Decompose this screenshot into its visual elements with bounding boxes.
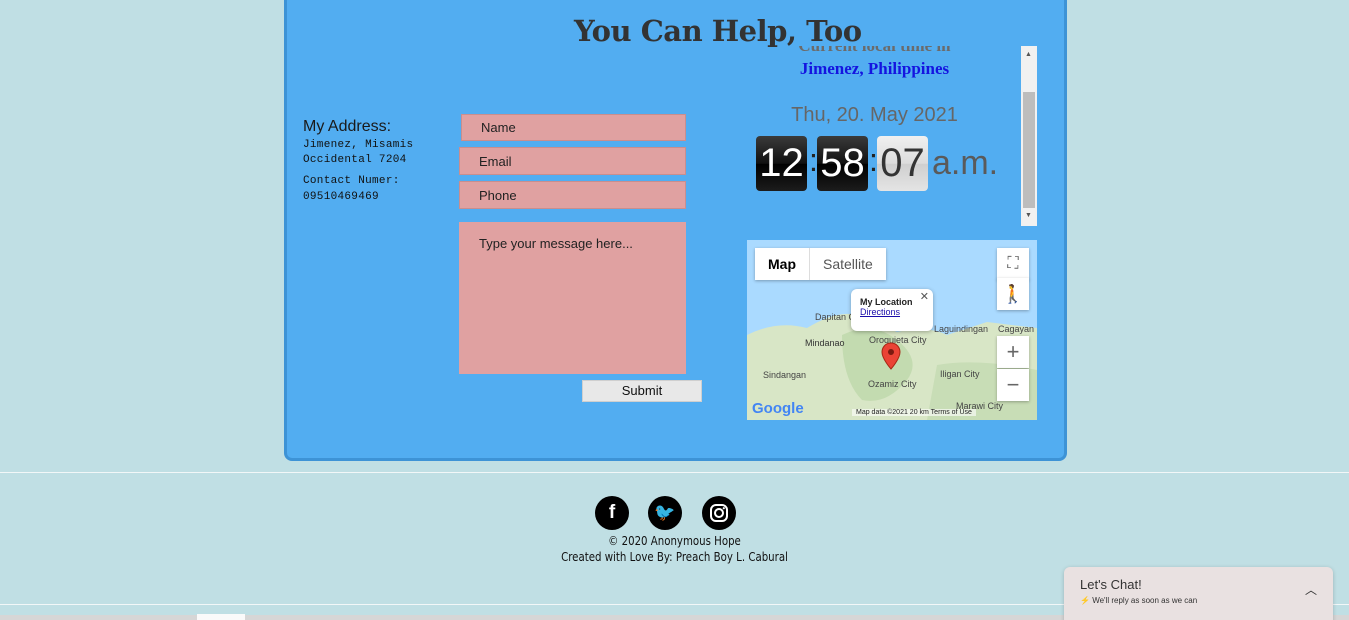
name-input[interactable]: Name [461, 114, 686, 141]
chat-title: Let's Chat! [1080, 577, 1142, 592]
clock-location-link[interactable]: Jimenez, Philippines [747, 59, 1002, 79]
place-label: Iligan City [940, 369, 980, 379]
directions-link[interactable]: Directions [860, 307, 900, 317]
map-type-tabs: Map Satellite [755, 248, 886, 280]
zoom-out-button[interactable]: − [997, 369, 1029, 401]
bottom-tab[interactable] [197, 614, 245, 620]
scroll-up-icon[interactable]: ▲ [1025, 51, 1032, 58]
place-label: Cagayan [998, 324, 1035, 334]
copyright-text: © 2020 Anonymous Hope [608, 534, 741, 548]
footer-divider [0, 472, 1349, 473]
map-footer: Map data ©2021 20 km Terms of Use [852, 409, 976, 416]
place-label: Ozamiz City [868, 379, 917, 389]
address-label: My Address: [303, 118, 392, 135]
instagram-icon[interactable] [702, 496, 736, 530]
chevron-up-icon[interactable]: ︿ [1305, 581, 1317, 598]
clock-hours: 12 [756, 136, 807, 191]
scroll-down-icon[interactable]: ▼ [1025, 212, 1032, 219]
clock-date: Thu, 20. May 2021 [791, 104, 958, 126]
chat-subtitle: ⚡ We'll reply as soon as we can [1080, 596, 1197, 605]
page-title: You Can Help, Too [574, 14, 862, 48]
chat-subtitle-text: We'll reply as soon as we can [1092, 596, 1198, 605]
fullscreen-icon[interactable]: ⛶ [997, 248, 1029, 280]
message-textarea[interactable]: Type your message here... [459, 222, 686, 374]
contact-number: 09510469469 [303, 191, 379, 203]
credit-text: Created with Love By: Preach Boy L. Cabu… [561, 550, 788, 564]
map-pin-icon[interactable] [881, 342, 901, 370]
clock-ampm: a.m. [932, 144, 999, 182]
phone-input[interactable]: Phone [459, 181, 686, 209]
address-line-1: Jimenez, Misamis [303, 139, 414, 151]
clock-minutes: 58 [817, 136, 868, 191]
chat-widget[interactable]: Let's Chat! ⚡ We'll reply as soon as we … [1064, 567, 1333, 620]
pegman-icon[interactable]: 🚶 [997, 278, 1029, 310]
submit-button[interactable]: Submit [582, 380, 702, 402]
zoom-in-button[interactable]: + [997, 336, 1029, 368]
place-label: Mindanao [805, 338, 845, 348]
clock-seconds: 07 [877, 136, 928, 191]
clock-widget: Current local time in Jimenez, Philippin… [747, 46, 1037, 226]
tab-map[interactable]: Map [755, 248, 810, 280]
email-input[interactable]: Email [459, 147, 686, 175]
lightning-icon: ⚡ [1080, 596, 1093, 605]
popup-title: My Location [860, 297, 913, 307]
scroll-thumb[interactable] [1023, 92, 1035, 208]
address-line-2: Occidental 7204 [303, 154, 407, 166]
tab-satellite[interactable]: Satellite [810, 248, 886, 280]
contact-label: Contact Numer: [303, 175, 400, 187]
google-map[interactable]: Map Satellite ⛶ 🚶 + − Dapitan City Oroqu… [747, 240, 1037, 420]
clock-scrollbar[interactable]: ▲ ▼ [1021, 46, 1037, 226]
place-label: Laguindingan [934, 324, 989, 334]
facebook-icon[interactable]: f [595, 496, 629, 530]
twitter-icon[interactable]: 🐦 [648, 496, 682, 530]
google-logo: Google [752, 400, 804, 417]
close-icon[interactable]: ✕ [920, 290, 929, 303]
location-popup: ✕ My Location Directions [851, 289, 933, 331]
clock-current-label: Current local time in [747, 46, 1002, 56]
place-label: Sindangan [763, 370, 807, 380]
